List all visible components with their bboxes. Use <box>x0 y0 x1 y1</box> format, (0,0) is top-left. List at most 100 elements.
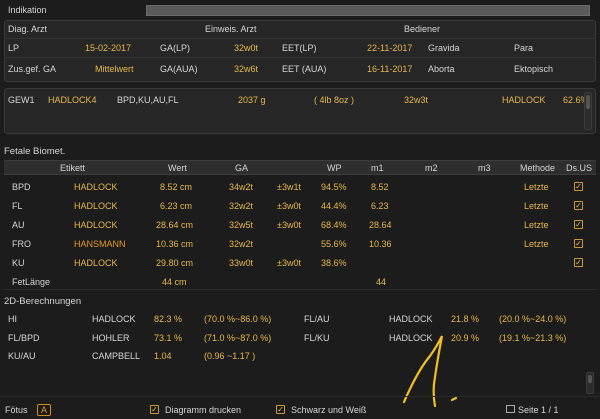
table-row-methode[interactable]: Letzte <box>524 239 549 249</box>
table-row-value: 29.80 cm <box>156 258 194 268</box>
print-chart-checkbox[interactable]: ✓ <box>150 405 159 414</box>
table-row-checkbox[interactable]: ✓ <box>574 258 583 267</box>
col-etikett: Etikett <box>60 163 86 173</box>
gravida-label: Gravida <box>428 43 460 53</box>
col-methode: Methode <box>520 163 556 173</box>
calc-method: HADLOCK <box>92 314 136 324</box>
divider <box>4 38 596 39</box>
weight-pounds: ( 4lb 8oz ) <box>314 95 355 105</box>
col-m1: m1 <box>371 163 384 173</box>
table-row-method: HANSMANN <box>74 239 126 249</box>
table-row-ga: 32w2t <box>229 239 254 249</box>
table-row-methode[interactable]: Letzte <box>524 201 549 211</box>
eet-lp-label: EET(LP) <box>282 43 317 53</box>
table-row-wp: 94.5% <box>321 182 347 192</box>
calc-method: HADLOCK <box>389 314 433 324</box>
table-row-sd: ±3w1t <box>277 182 301 192</box>
table-row-wp: 55.6% <box>321 239 347 249</box>
table-row-methode[interactable]: Letzte <box>524 220 549 230</box>
table-row-sd: ±3w0t <box>277 201 301 211</box>
aborta-label: Aborta <box>428 64 455 74</box>
calc-range: (70.0 %~86.0 %) <box>204 314 272 324</box>
indication-field[interactable] <box>146 5 590 16</box>
weight-scrollbar[interactable] <box>584 92 592 130</box>
col-m3: m3 <box>478 163 491 173</box>
table-row-value: 10.36 cm <box>156 239 194 249</box>
fetus-label: Fötus <box>5 405 28 415</box>
table-row-label: FRO <box>12 239 31 249</box>
weight-ga: 32w3t <box>404 95 429 105</box>
table-row-ga: 33w0t <box>229 258 254 268</box>
lp-label: LP <box>8 43 20 53</box>
annotation-scribble <box>402 335 458 408</box>
table-row-ga: 32w5t <box>229 220 254 230</box>
calc-label: KU/AU <box>8 351 36 361</box>
scrollbar-thumb[interactable] <box>586 95 590 109</box>
table-row-method: HADLOCK <box>74 182 118 192</box>
eet-aua-label: EET (AUA) <box>282 64 327 74</box>
ektopisch-label: Ektopisch <box>514 64 554 74</box>
table-row-m1: 10.36 <box>369 239 392 249</box>
table-row-label: KU <box>12 258 25 268</box>
calc-value: 1.04 <box>154 351 172 361</box>
table-row-checkbox[interactable]: ✓ <box>574 182 583 191</box>
table-row-m1: 44 <box>376 277 387 287</box>
table-row-wp: 44.4% <box>321 201 347 211</box>
col-m2: m2 <box>425 163 438 173</box>
print-chart-label[interactable]: Diagramm drucken <box>165 405 241 415</box>
einweis-arzt-label: Einweis. Arzt <box>205 24 257 34</box>
table-row-label: FetLänge <box>12 277 51 287</box>
fetus-selector[interactable]: A <box>37 404 52 416</box>
table-row-checkbox[interactable]: ✓ <box>574 220 583 229</box>
divider <box>4 289 596 290</box>
calc-range: (19.1 %~21.3 %) <box>499 333 567 343</box>
scrollbar-thumb[interactable] <box>588 375 592 383</box>
table-row-methode[interactable]: Letzte <box>524 182 549 192</box>
table-row-value: 44 cm <box>162 277 187 287</box>
bw-label[interactable]: Schwarz und Weiß <box>291 405 366 415</box>
calc-value: 21.8 % <box>451 314 480 324</box>
calc-label: FL/BPD <box>8 333 40 343</box>
eet-lp-value: 22-11-2017 <box>367 43 413 53</box>
zus-ga-label: Zus.gef. GA <box>8 64 57 74</box>
ga-lp-label: GA(LP) <box>160 43 191 53</box>
main-scrollbar[interactable] <box>586 372 594 394</box>
col-wp: WP <box>327 163 342 173</box>
calc-label: FL/KU <box>304 333 330 343</box>
table-row-m1: 8.52 <box>371 182 389 192</box>
weight-method: HADLOCK4 <box>48 95 97 105</box>
para-label: Para <box>514 43 534 53</box>
calc-range: (20.0 %~24.0 %) <box>499 314 567 324</box>
bediener-label: Bediener <box>404 24 441 34</box>
calc-range: (0.96 ~1.17 ) <box>204 351 256 361</box>
table-row-value: 28.64 cm <box>156 220 194 230</box>
ga-aua-value: 32w6t <box>234 64 259 74</box>
table-row-sd: ±3w0t <box>277 258 301 268</box>
bw-checkbox[interactable]: ✓ <box>276 405 285 414</box>
col-wert: Wert <box>168 163 187 173</box>
eet-aua-value: 16-11-2017 <box>367 64 413 74</box>
calc-value: 73.1 % <box>154 333 183 343</box>
diag-arzt-label: Diag. Arzt <box>8 24 48 34</box>
table-row-label: AU <box>12 220 25 230</box>
calc-method: CAMPBELL <box>92 351 141 361</box>
biometry-title: Fetale Biomet. <box>4 146 66 157</box>
table-row-ga: 34w2t <box>229 182 254 192</box>
indication-label: Indikation <box>8 5 47 15</box>
table-row-method: HADLOCK <box>74 258 118 268</box>
table-row-checkbox[interactable]: ✓ <box>574 201 583 210</box>
page-icon <box>506 405 515 413</box>
table-row-checkbox[interactable]: ✓ <box>574 239 583 248</box>
calc-value: 82.3 % <box>154 314 183 324</box>
footer-divider <box>0 396 600 397</box>
calc-label: FL/AU <box>304 314 330 324</box>
table-row-wp: 38.6% <box>321 258 347 268</box>
calc-method: HOHLER <box>92 333 130 343</box>
weight-label: GEW1 <box>8 95 35 105</box>
table-row-m1: 28.64 <box>369 220 392 230</box>
table-row-ga: 32w2t <box>229 201 254 211</box>
table-row-label: FL <box>12 201 23 211</box>
table-row-value: 8.52 cm <box>160 182 193 192</box>
page-indicator: Seite 1 / 1 <box>518 405 559 415</box>
calc-label: HI <box>8 314 17 324</box>
